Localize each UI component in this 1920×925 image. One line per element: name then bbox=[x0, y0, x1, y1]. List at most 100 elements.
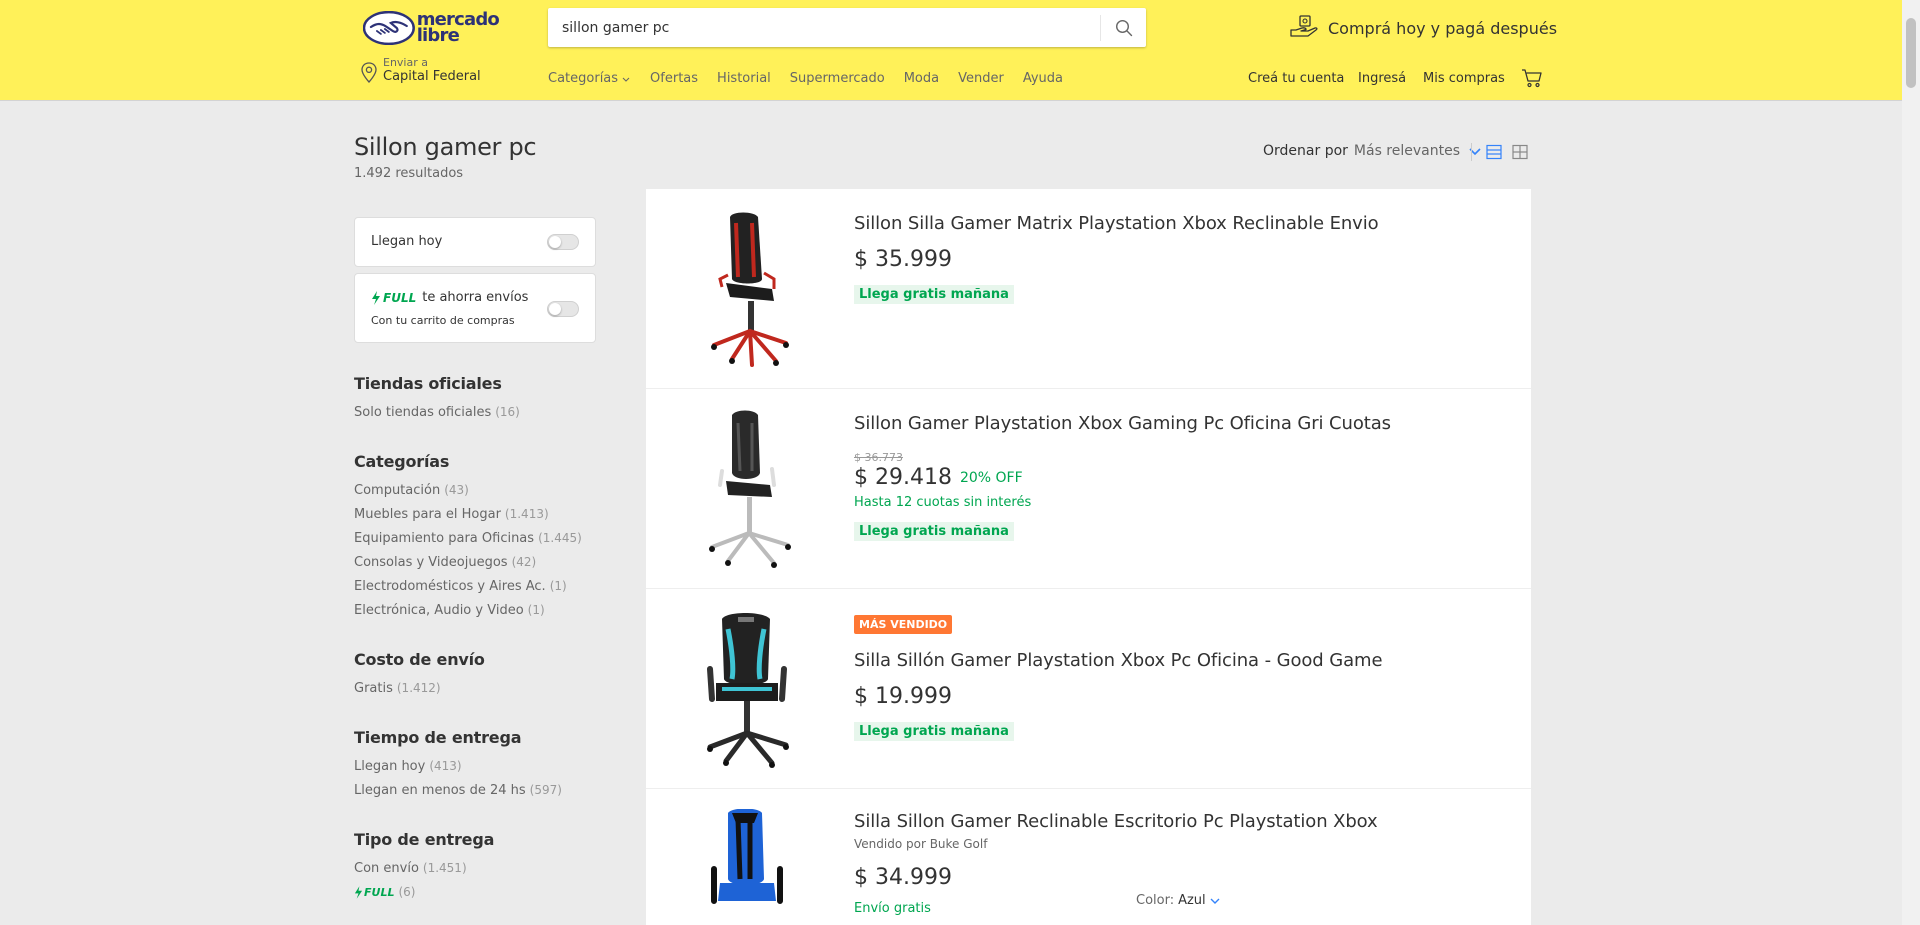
lightning-icon bbox=[372, 290, 380, 305]
filter-item-label: Gratis bbox=[354, 681, 393, 696]
search-button[interactable] bbox=[1100, 14, 1146, 41]
product-title[interactable]: Sillon Silla Gamer Matrix Playstation Xb… bbox=[854, 213, 1379, 234]
filter-item-count: (1.413) bbox=[504, 507, 549, 521]
installments-text: Hasta 12 cuotas sin interés bbox=[854, 495, 1032, 510]
full-toggle[interactable] bbox=[547, 301, 579, 317]
buy-now-pay-later-promo[interactable]: Comprá hoy y pagá después bbox=[1290, 14, 1557, 42]
search-icon bbox=[1115, 19, 1132, 36]
create-account-link[interactable]: Creá tu cuenta bbox=[1248, 71, 1344, 86]
nav-categorias-label: Categorías bbox=[548, 71, 619, 86]
filter-item-label: Llegan hoy bbox=[354, 759, 426, 774]
filter-item-count: (1.445) bbox=[538, 531, 582, 545]
full-badge: FULL bbox=[364, 885, 395, 899]
address-value: Capital Federal bbox=[383, 69, 481, 84]
filter-heading-tiendas: Tiendas oficiales bbox=[354, 374, 502, 393]
filter-item-count: (1.412) bbox=[396, 681, 441, 695]
filter-item-count: (42) bbox=[511, 555, 537, 569]
scrollbar-thumb[interactable] bbox=[1906, 18, 1916, 88]
product-image[interactable] bbox=[692, 409, 802, 569]
shipping-badge: Llega gratis mañana bbox=[854, 722, 1014, 741]
product-image[interactable] bbox=[692, 809, 802, 925]
filter-item[interactable]: Equipamiento para Oficinas (1.445) bbox=[354, 531, 582, 546]
filter-item-count: (1) bbox=[549, 579, 567, 593]
filter-item[interactable]: Electrodomésticos y Aires Ac. (1) bbox=[354, 579, 567, 594]
my-purchases-link[interactable]: Mis compras bbox=[1423, 71, 1505, 86]
product-card[interactable]: Silla Sillon Gamer Reclinable Escritorio… bbox=[646, 789, 1531, 925]
filter-item-label: Solo tiendas oficiales bbox=[354, 405, 492, 420]
cart-icon[interactable] bbox=[1521, 68, 1543, 88]
search-bar bbox=[548, 8, 1146, 47]
product-title[interactable]: Sillon Gamer Playstation Xbox Gaming Pc … bbox=[854, 413, 1391, 434]
nav-categorias[interactable]: Categorías bbox=[548, 71, 631, 86]
product-image[interactable] bbox=[692, 209, 802, 369]
shipping-text: Envío gratis bbox=[854, 901, 931, 916]
search-input[interactable] bbox=[548, 8, 1100, 47]
filter-item-count: (6) bbox=[398, 885, 416, 899]
filter-item[interactable]: Computación (43) bbox=[354, 483, 469, 498]
filter-item[interactable]: Solo tiendas oficiales (16) bbox=[354, 405, 520, 420]
page-scrollbar[interactable] bbox=[1902, 0, 1920, 925]
filter-llegan-hoy-label: Llegan hoy bbox=[371, 234, 443, 249]
original-price: $ 36.773 bbox=[854, 451, 903, 464]
filter-item-label: Consolas y Videojuegos bbox=[354, 555, 508, 570]
product-title[interactable]: Silla Sillon Gamer Reclinable Escritorio… bbox=[854, 811, 1378, 832]
handshake-logo-icon bbox=[363, 11, 415, 45]
filter-llegan-hoy[interactable]: Llegan hoy bbox=[354, 217, 596, 267]
filter-item-label: Llegan en menos de 24 hs bbox=[354, 783, 526, 798]
view-toggle bbox=[1471, 143, 1528, 161]
full-text: te ahorra envíos bbox=[422, 290, 529, 305]
shipping-badge: Llega gratis mañana bbox=[854, 522, 1014, 541]
divider bbox=[1471, 143, 1472, 161]
nav-ayuda[interactable]: Ayuda bbox=[1023, 71, 1063, 86]
mercadolibre-logo[interactable]: mercado libre bbox=[363, 10, 500, 46]
main-nav: Categorías Ofertas Historial Supermercad… bbox=[548, 71, 1082, 86]
promo-text: Comprá hoy y pagá después bbox=[1328, 18, 1558, 38]
llegan-hoy-toggle[interactable] bbox=[547, 234, 579, 250]
filter-item-count: (16) bbox=[495, 405, 520, 419]
filter-full[interactable]: FULL te ahorra envíos Con tu carrito de … bbox=[354, 273, 596, 343]
color-label: Color: bbox=[1136, 893, 1175, 908]
filter-item-full[interactable]: FULL (6) bbox=[354, 885, 415, 899]
product-price: $ 19.999 bbox=[854, 684, 952, 709]
sort-selector[interactable]: Ordenar por Más relevantes bbox=[1263, 143, 1482, 159]
filter-item[interactable]: Con envío (1.451) bbox=[354, 861, 467, 876]
filter-item[interactable]: Gratis (1.412) bbox=[354, 681, 441, 696]
filter-item[interactable]: Consolas y Videojuegos (42) bbox=[354, 555, 536, 570]
nav-vender[interactable]: Vender bbox=[958, 71, 1004, 86]
hand-money-icon bbox=[1290, 15, 1318, 37]
filter-item-label: Electrónica, Audio y Video bbox=[354, 603, 524, 618]
grid-view-icon[interactable] bbox=[1512, 144, 1528, 160]
nav-moda[interactable]: Moda bbox=[904, 71, 939, 86]
login-link[interactable]: Ingresá bbox=[1358, 71, 1406, 86]
shipping-badge: Llega gratis mañana bbox=[854, 285, 1014, 304]
chevron-down-icon bbox=[1210, 898, 1220, 904]
full-badge: FULL bbox=[383, 290, 417, 305]
filter-item[interactable]: Llegan hoy (413) bbox=[354, 759, 462, 774]
filter-item-count: (1.451) bbox=[422, 861, 467, 875]
filter-full-title: FULL te ahorra envíos bbox=[371, 290, 528, 305]
location-pin-icon bbox=[361, 62, 377, 83]
product-title[interactable]: Silla Sillón Gamer Playstation Xbox Pc O… bbox=[854, 650, 1383, 671]
product-card[interactable]: Sillon Silla Gamer Matrix Playstation Xb… bbox=[646, 189, 1531, 389]
list-view-icon[interactable] bbox=[1486, 144, 1502, 160]
product-image[interactable] bbox=[692, 609, 802, 769]
filter-heading-costo-envio: Costo de envío bbox=[354, 650, 485, 669]
nav-historial[interactable]: Historial bbox=[717, 71, 771, 86]
product-card[interactable]: MÁS VENDIDO Silla Sillón Gamer Playstati… bbox=[646, 589, 1531, 789]
filter-item-label: Electrodomésticos y Aires Ac. bbox=[354, 579, 546, 594]
filter-heading-tiempo-entrega: Tiempo de entrega bbox=[354, 728, 522, 747]
nav-supermercado[interactable]: Supermercado bbox=[790, 71, 885, 86]
logo-wordmark: mercado libre bbox=[417, 11, 500, 45]
seller-name: Vendido por Buke Golf bbox=[854, 837, 988, 851]
product-price-row: $ 29.418 20% OFF bbox=[854, 465, 1023, 490]
filter-item[interactable]: Electrónica, Audio y Video (1) bbox=[354, 603, 545, 618]
filter-heading-tipo-entrega: Tipo de entrega bbox=[354, 830, 495, 849]
filter-item[interactable]: Llegan en menos de 24 hs (597) bbox=[354, 783, 562, 798]
color-selector[interactable]: Color: Azul bbox=[1136, 893, 1221, 908]
product-card[interactable]: Sillon Gamer Playstation Xbox Gaming Pc … bbox=[646, 389, 1531, 589]
page-title: Sillon gamer pc bbox=[354, 133, 537, 161]
nav-ofertas[interactable]: Ofertas bbox=[650, 71, 698, 86]
filter-item[interactable]: Muebles para el Hogar (1.413) bbox=[354, 507, 549, 522]
shipping-address[interactable]: Enviar a Capital Federal bbox=[359, 57, 481, 85]
filter-item-count: (597) bbox=[529, 783, 562, 797]
